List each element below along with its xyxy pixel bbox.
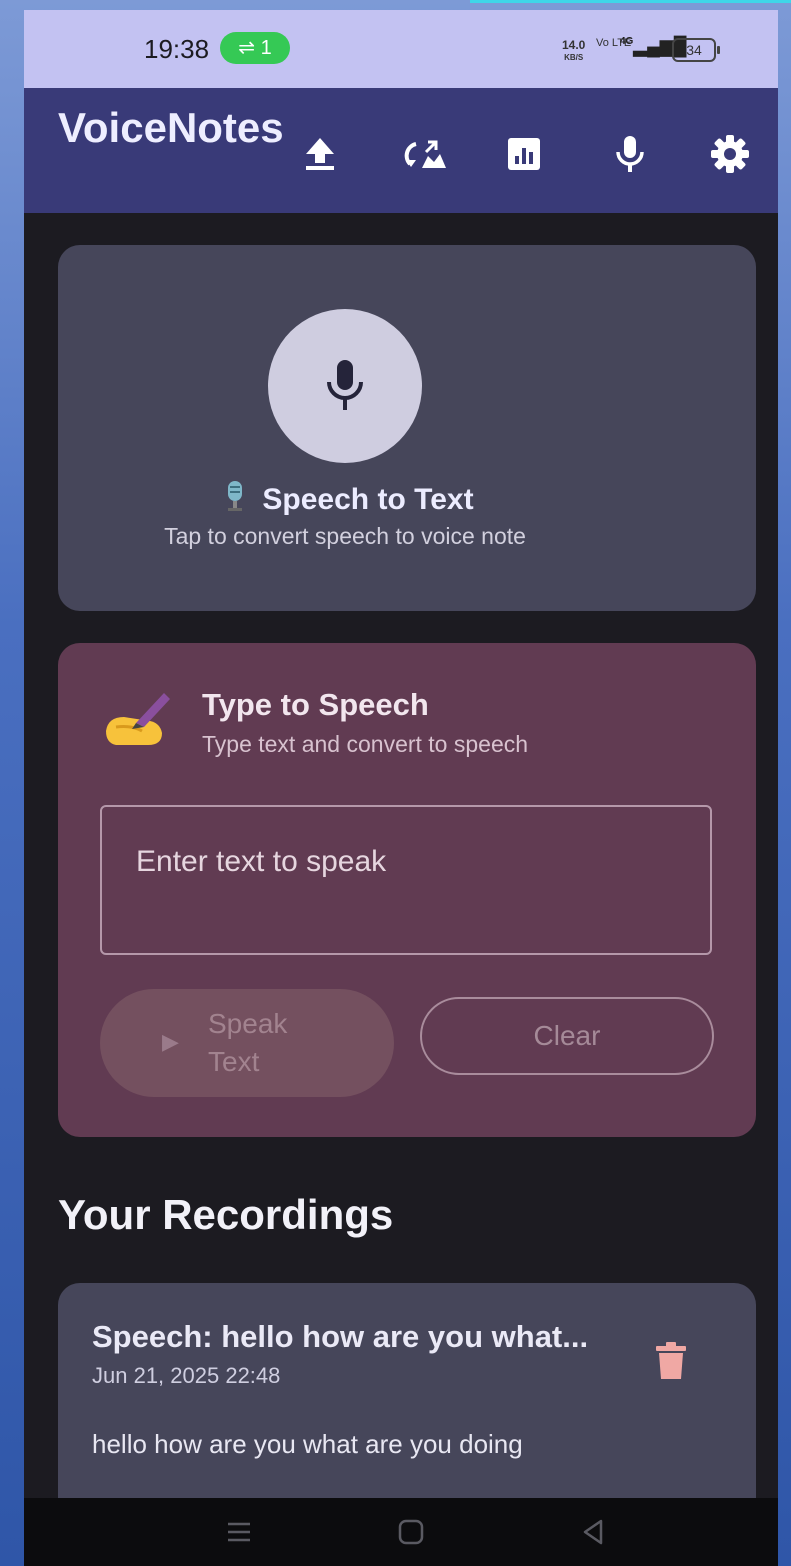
back-icon[interactable] <box>558 1498 628 1566</box>
main-content: Speech to Text Tap to convert speech to … <box>24 213 778 1498</box>
hotspot-badge: ⇌ 1 <box>220 32 290 64</box>
status-time: 19:38 <box>144 34 210 64</box>
phone-screen: 19:38 ⇌ 1 14.0 KB/S Vo LTE 4G▂▄▆█ 34 Voi… <box>24 10 778 1566</box>
writing-hand-icon <box>106 693 170 745</box>
mic-icon[interactable] <box>608 132 652 176</box>
app-title: VoiceNotes <box>58 104 284 151</box>
settings-icon[interactable] <box>708 132 752 176</box>
recording-title: Speech: hello how are you what... <box>92 1319 589 1354</box>
clear-button[interactable]: Clear <box>420 997 714 1075</box>
play-icon: ▶ <box>162 1029 179 1054</box>
navigation-bar <box>24 1498 778 1566</box>
home-icon[interactable] <box>376 1498 446 1566</box>
type-to-speech-card: Type to Speech Type text and convert to … <box>58 643 756 1137</box>
record-button[interactable] <box>268 309 422 463</box>
clear-label: Clear <box>533 1020 601 1051</box>
recents-icon[interactable] <box>204 1498 274 1566</box>
type-to-speech-subtitle: Type text and convert to speech <box>202 731 529 757</box>
delete-icon[interactable] <box>654 1341 688 1381</box>
upload-icon[interactable] <box>298 132 342 176</box>
screen-edge-highlight <box>470 0 791 3</box>
input-placeholder: Enter text to speak <box>136 845 387 878</box>
hotspot-icon: ⇌ <box>238 37 256 59</box>
recordings-heading: Your Recordings <box>58 1191 394 1238</box>
microphone-icon <box>327 360 363 410</box>
speak-text-label: Speak Text <box>208 1008 288 1077</box>
speech-to-text-subtitle: Tap to convert speech to voice note <box>164 523 526 549</box>
app-bar: VoiceNotes <box>24 88 778 213</box>
recording-item[interactable]: Speech: hello how are you what... Jun 21… <box>58 1283 756 1498</box>
cloud-sync-icon[interactable] <box>404 132 448 176</box>
recording-text: hello how are you what are you doing <box>92 1429 523 1459</box>
stats-icon[interactable] <box>502 132 546 176</box>
battery-icon: 34 <box>672 38 720 62</box>
speak-text-button[interactable]: ▶ Speak Text <box>100 989 394 1097</box>
speech-to-text-heading: Speech to Text <box>58 479 636 517</box>
recording-date: Jun 21, 2025 22:48 <box>92 1363 281 1388</box>
text-to-speak-input[interactable]: Enter text to speak <box>100 805 712 955</box>
studio-microphone-icon <box>228 481 243 511</box>
speech-to-text-title: Speech to Text <box>262 483 474 516</box>
net-speed: 14.0 KB/S <box>562 38 586 62</box>
status-bar: 19:38 ⇌ 1 14.0 KB/S Vo LTE 4G▂▄▆█ 34 <box>24 10 778 88</box>
speech-to-text-card[interactable]: Speech to Text Tap to convert speech to … <box>58 245 756 611</box>
hotspot-count: 1 <box>260 37 272 59</box>
type-to-speech-title: Type to Speech <box>202 687 429 722</box>
